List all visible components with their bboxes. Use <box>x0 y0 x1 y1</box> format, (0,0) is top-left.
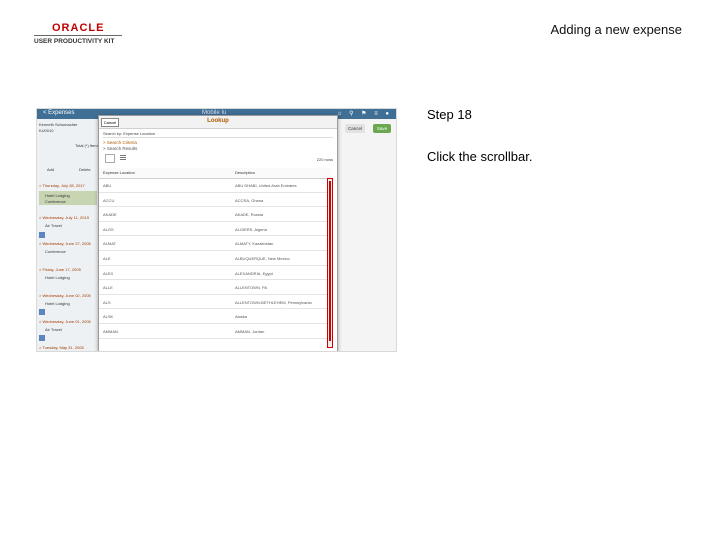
table-row[interactable]: ALS ALLENTOWN-BETHLEHEM, Pennsylvania <box>99 295 331 310</box>
lookup-title: Lookup <box>207 118 229 124</box>
logo-wordmark: ORACLE <box>52 22 105 34</box>
list-item[interactable]: Conference <box>45 199 66 204</box>
cell-location: ALSK <box>103 314 114 320</box>
right-panel <box>337 119 396 351</box>
cell-description: ALMATY, Kazakhstan <box>235 241 274 247</box>
results-table: ABU ABU DHABI, United Arab Emirates ACCU A… <box>99 178 331 339</box>
add-button[interactable]: Add <box>47 167 54 172</box>
scrollbar-thumb[interactable] <box>329 181 331 341</box>
results-scrollbar[interactable] <box>327 178 333 348</box>
table-row[interactable]: ALSK Alaska <box>99 309 331 324</box>
column-header-expense-location[interactable]: Expense Location <box>103 170 135 175</box>
step-instruction: Click the scrollbar. <box>427 149 533 164</box>
list-item[interactable]: Hotel Lodging <box>45 301 70 306</box>
row-count: 220 rows <box>316 157 333 162</box>
search-results-toggle[interactable]: > Search Results <box>103 146 137 151</box>
table-row[interactable]: AKADE AKADE, Russia <box>99 207 331 222</box>
table-row[interactable]: ALEX ALEXANDRIA, Egypt <box>99 266 331 281</box>
table-row[interactable]: ALMAT ALMATY, Kazakhstan <box>99 236 331 251</box>
column-header-description[interactable]: Description <box>235 170 255 175</box>
cell-description: ALLENTOWN-BETHLEHEM, Pennsylvania <box>235 299 312 305</box>
table-row[interactable]: ACCU ACCRA, Ghana <box>99 193 331 208</box>
cell-description: ACCRA, Ghana <box>235 197 264 203</box>
list-view-icon[interactable] <box>119 154 127 161</box>
cell-description: Alaska <box>235 314 248 320</box>
expense-icon <box>39 335 45 341</box>
logo-divider <box>34 35 122 36</box>
lookup-header: Cancel Lookup <box>99 116 337 129</box>
date-header[interactable]: > Friday, June 17, 2005 <box>39 267 81 272</box>
cell-description: ALGIERS, Algeria <box>235 226 267 232</box>
app-screenshot: < Expenses Mobile Iu ⌂ ⚲ ⚑ ≡ ● Kenneth S… <box>36 108 397 352</box>
cell-location: ALLE <box>103 285 113 291</box>
date-header[interactable]: > Wednesday, July 11, 2015 <box>39 215 89 220</box>
cell-location: ALMAT <box>103 241 117 247</box>
cell-location: ALEX <box>103 270 114 276</box>
top-bar-icons[interactable]: ⌂ ⚲ ⚑ ≡ ● <box>338 110 392 117</box>
cell-location: ABU <box>103 183 112 188</box>
list-item: KU0010 <box>39 128 54 133</box>
date-header[interactable]: > Wednesday, June 01, 2005 <box>39 319 91 324</box>
cell-location: ALS <box>103 299 111 305</box>
date-header[interactable]: > Tuesday, May 31, 2005 <box>39 345 84 350</box>
cell-location: ALE <box>103 255 111 261</box>
table-row[interactable]: ALE ALBUQUERQUE, New Mexico <box>99 251 331 266</box>
cell-location: ALGS <box>103 226 114 232</box>
cell-description: AMMAN, Jordan <box>235 328 265 334</box>
search-by-text: Search by: Expense Location <box>103 131 156 136</box>
lookup-dialog: Cancel Lookup Search by: Expense Locatio… <box>98 115 338 351</box>
cancel-button[interactable]: Cancel <box>345 124 365 133</box>
list-item[interactable]: Conference <box>45 249 66 254</box>
date-header[interactable]: > Thursday, July 28, 2017 <box>39 183 85 188</box>
list-item: Kenneth Schumacher <box>39 122 78 127</box>
cell-location: ACCU <box>103 197 115 203</box>
oracle-upk-logo: ORACLE USER PRODUCTIVITY KIT <box>34 22 124 48</box>
list-item[interactable]: Hotel Lodging <box>45 275 70 280</box>
list-item[interactable]: Air Travel <box>45 223 62 228</box>
expense-icon <box>39 232 45 238</box>
table-row[interactable]: ABU ABU DHABI, United Arab Emirates <box>99 178 331 193</box>
cell-description: ALLENTOWN, PA <box>235 285 268 291</box>
delete-button[interactable]: Delete <box>79 167 91 172</box>
logo-subtitle: USER PRODUCTIVITY KIT <box>34 38 115 45</box>
list-item[interactable]: Air Travel <box>45 327 62 332</box>
date-header[interactable]: > Wednesday, June 02, 2005 <box>39 293 91 298</box>
table-row[interactable]: ALLE ALLENTOWN, PA <box>99 280 331 295</box>
step-label: Step 18 <box>427 107 472 122</box>
cell-description: ALBUQUERQUE, New Mexico <box>235 255 290 261</box>
search-criteria-toggle[interactable]: > Search Criteria <box>103 140 137 145</box>
table-row[interactable]: AMMAN AMMAN, Jordan <box>99 324 331 339</box>
cell-location: AMMAN <box>103 328 118 334</box>
page-title: Adding a new expense <box>550 22 682 37</box>
cell-description: AKADE, Russia <box>235 212 264 218</box>
table-row[interactable]: ALGS ALGIERS, Algeria <box>99 222 331 237</box>
cell-description: ALEXANDRIA, Egypt <box>235 270 273 276</box>
date-header[interactable]: > Wednesday, June 27, 2005 <box>39 241 91 246</box>
list-item[interactable]: Hotel Lodging <box>45 193 70 198</box>
cell-description: ABU DHABI, United Arab Emirates <box>235 183 297 188</box>
divider <box>103 137 333 138</box>
save-button[interactable]: Save <box>373 124 391 133</box>
list-item: Total (*) Items <box>75 143 100 148</box>
expense-icon <box>39 309 45 315</box>
grid-view-icon[interactable] <box>105 154 115 163</box>
cell-location: AKADE <box>103 212 117 218</box>
app-title[interactable]: < Expenses <box>43 110 75 116</box>
expense-list-panel: Kenneth Schumacher KU0010 Total (*) Item… <box>37 119 100 351</box>
